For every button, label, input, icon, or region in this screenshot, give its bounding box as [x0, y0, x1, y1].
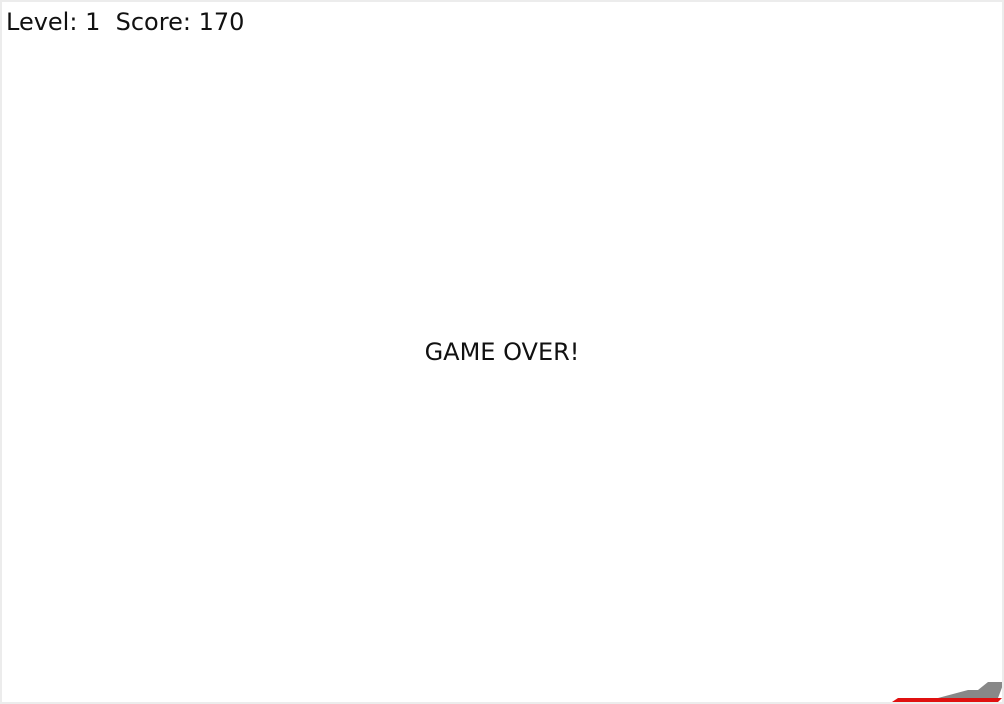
hud: Level: 1 Score: 170 — [6, 10, 244, 34]
ship-hull — [938, 682, 1002, 698]
game-over-message: GAME OVER! — [424, 338, 580, 366]
player-ship-icon — [892, 682, 1002, 702]
game-canvas[interactable]: Level: 1 Score: 170 GAME OVER! — [0, 0, 1004, 704]
score-value: 170 — [198, 8, 245, 36]
level-label: Level: — [6, 8, 78, 36]
ship-stripe — [892, 698, 1002, 702]
score-label: Score: — [115, 8, 191, 36]
level-value: 1 — [85, 8, 101, 36]
